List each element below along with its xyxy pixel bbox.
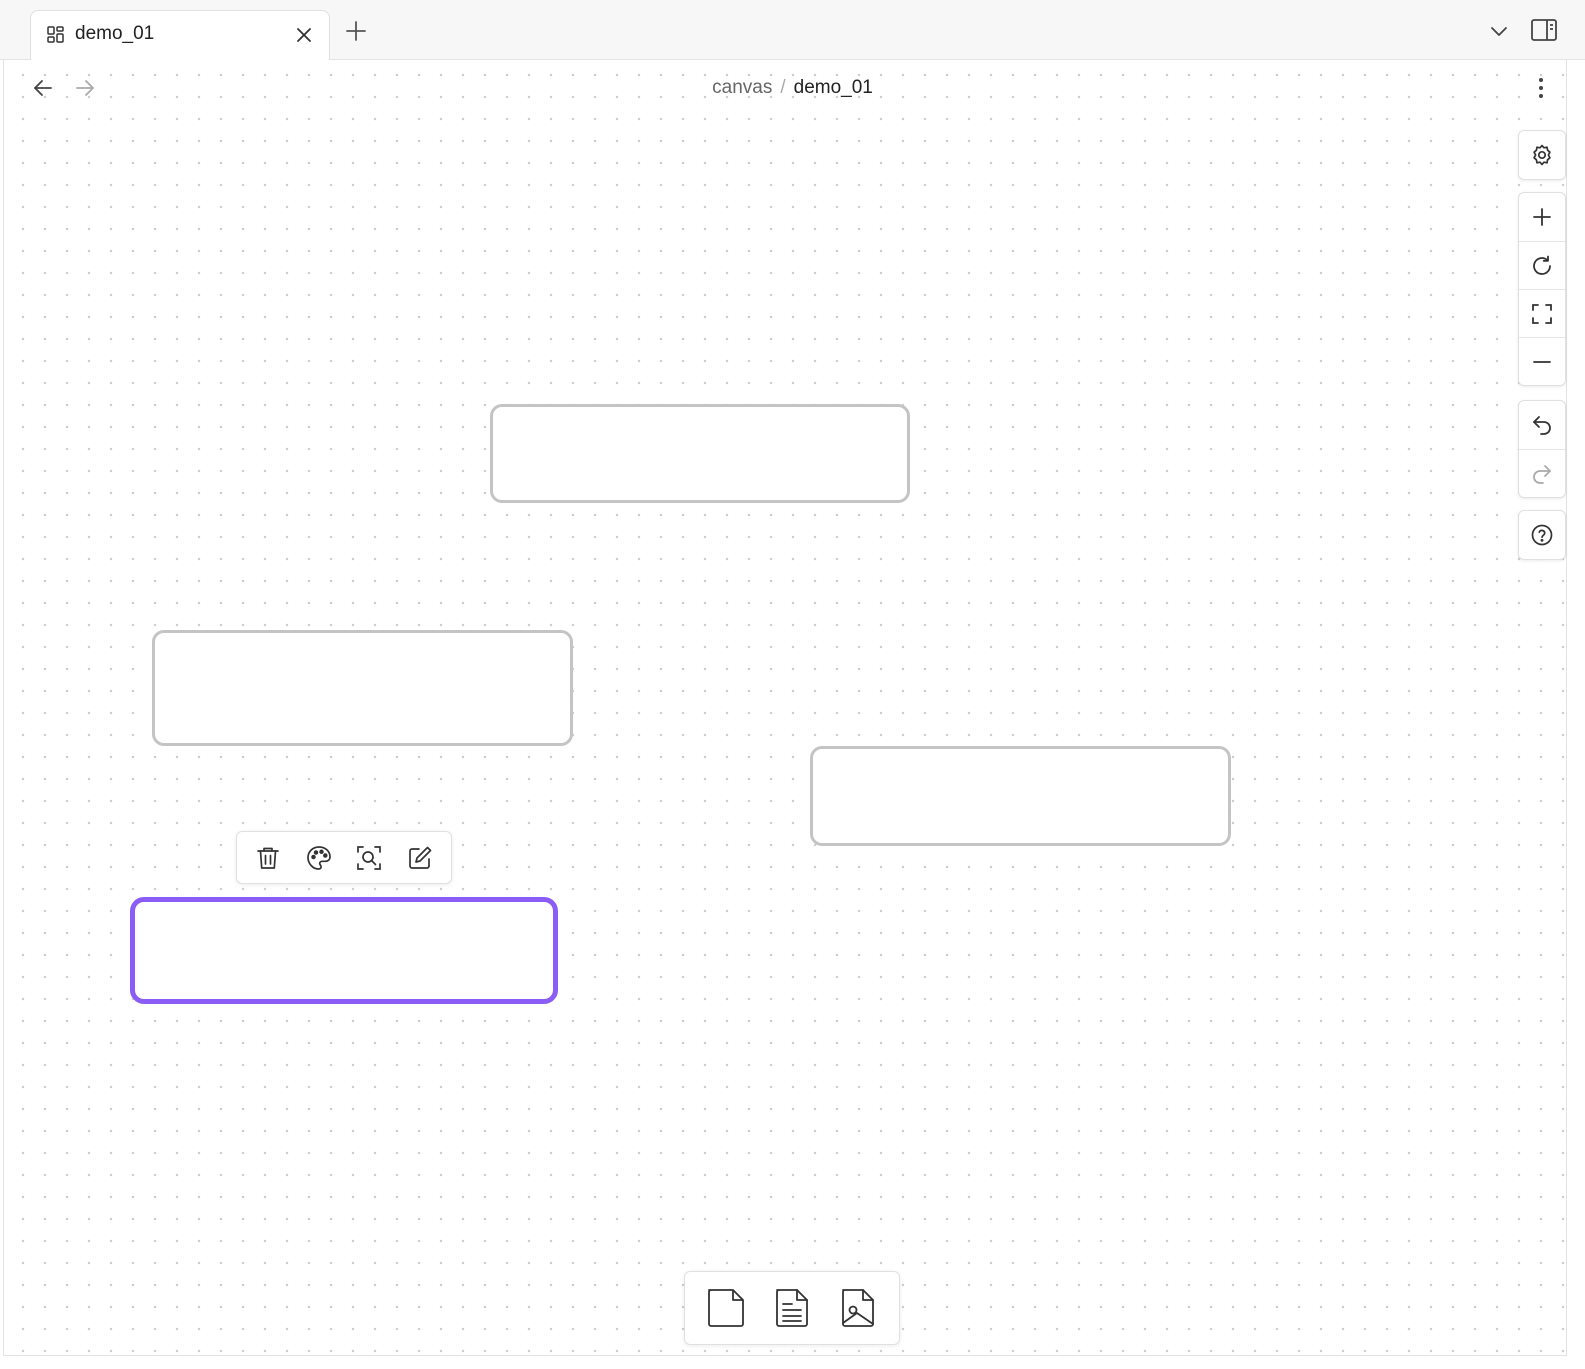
new-card-icon	[708, 1289, 744, 1327]
reset-zoom-button[interactable]	[1519, 241, 1565, 289]
close-icon[interactable]	[293, 24, 315, 46]
help-icon	[1531, 524, 1553, 546]
edit-icon	[408, 846, 432, 869]
zoom-in-icon	[1533, 208, 1551, 226]
trash-icon	[257, 847, 280, 869]
add-card-button[interactable]	[698, 1280, 754, 1336]
settings-icon	[1533, 144, 1551, 166]
canvas-node[interactable]	[810, 746, 1231, 846]
history-controls	[1518, 400, 1566, 498]
redo-icon	[1533, 464, 1551, 484]
zoom-controls	[1518, 192, 1566, 386]
tab-title: demo_01	[75, 23, 155, 44]
zoom-to-fit-button[interactable]	[1519, 289, 1565, 337]
card-menu	[684, 1271, 900, 1345]
help-group	[1518, 510, 1566, 560]
more-vertical-icon[interactable]	[1529, 76, 1553, 100]
reset-zoom-icon	[1533, 255, 1551, 275]
tab-bar: demo_01	[0, 0, 1585, 61]
settings-group	[1518, 130, 1566, 180]
tab-demo-01[interactable]: demo_01	[30, 10, 330, 61]
breadcrumb-separator: /	[780, 77, 786, 98]
zoom-out-icon	[1533, 360, 1551, 363]
breadcrumb-parent[interactable]: canvas	[712, 77, 772, 98]
plus-icon[interactable]	[344, 19, 368, 43]
canvas-node-selected[interactable]	[130, 897, 558, 1004]
node-toolbar	[236, 831, 452, 884]
node-color-button[interactable]	[299, 838, 339, 878]
canvas-settings-button[interactable]	[1519, 131, 1565, 179]
zoom-to-fit-icon	[1532, 303, 1552, 324]
redo-button[interactable]	[1519, 449, 1565, 497]
chevron-down-icon[interactable]	[1488, 20, 1510, 42]
zoom-in-button[interactable]	[1519, 193, 1565, 241]
undo-icon	[1533, 416, 1551, 435]
breadcrumb-current[interactable]: demo_01	[794, 77, 873, 98]
help-button[interactable]	[1519, 511, 1565, 559]
breadcrumb: canvas / demo_01	[0, 76, 1585, 100]
media-card-icon	[842, 1289, 874, 1327]
add-note-button[interactable]	[764, 1280, 820, 1336]
undo-button[interactable]	[1519, 401, 1565, 449]
zoom-to-node-button[interactable]	[349, 838, 389, 878]
sidebar-toggle-icon[interactable]	[1530, 17, 1558, 43]
edit-node-button[interactable]	[400, 838, 440, 878]
add-media-button[interactable]	[830, 1280, 886, 1336]
canvas-node[interactable]	[152, 630, 573, 746]
note-card-icon	[776, 1289, 808, 1327]
zoom-to-node-icon	[357, 845, 382, 870]
palette-icon	[306, 845, 331, 870]
delete-node-button[interactable]	[248, 838, 288, 878]
canvas-node[interactable]	[490, 404, 910, 503]
zoom-out-button[interactable]	[1519, 337, 1565, 385]
canvas-grid-icon	[47, 26, 64, 43]
